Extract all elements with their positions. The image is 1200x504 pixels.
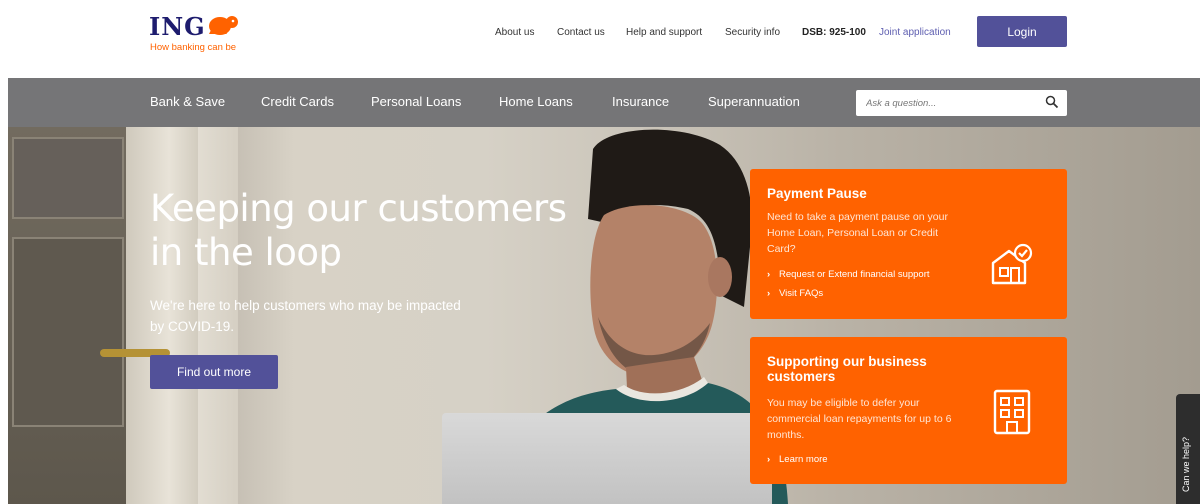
nav-bank-save[interactable]: Bank & Save [150, 94, 225, 109]
link-label: Learn more [779, 454, 828, 465]
nav-superannuation[interactable]: Superannuation [708, 94, 800, 109]
business-customers-card[interactable]: Supporting our business customers You ma… [750, 337, 1067, 484]
learn-more-link[interactable]: › Learn more [767, 454, 828, 465]
laptop-image [442, 413, 772, 504]
phone-number[interactable]: DSB: 925-100 [802, 27, 866, 38]
lion-icon [209, 16, 238, 35]
can-we-help-tab[interactable]: Can we help? [1176, 394, 1200, 504]
home-check-icon [991, 243, 1033, 285]
chevron-right-icon: › [767, 269, 771, 280]
find-out-more-button[interactable]: Find out more [150, 355, 278, 389]
chevron-right-icon: › [767, 288, 771, 299]
top-header: ING How banking can be About us Contact … [0, 0, 1200, 78]
help-and-support-link[interactable]: Help and support [626, 27, 702, 38]
card-title: Supporting our business customers [767, 354, 927, 384]
card-title: Payment Pause [767, 186, 867, 201]
link-label: Request or Extend financial support [779, 269, 930, 280]
security-info-link[interactable]: Security info [725, 27, 780, 38]
hero-banner: Keeping our customers in the loop We're … [8, 127, 1200, 504]
contact-us-link[interactable]: Contact us [557, 27, 605, 38]
door-panel [12, 237, 124, 427]
joint-application-link[interactable]: Joint application [879, 27, 951, 38]
hero-headline: Keeping our customers in the loop [150, 187, 567, 274]
help-tab-label: Can we help? [1181, 436, 1191, 492]
visit-faqs-link[interactable]: › Visit FAQs [767, 288, 823, 299]
card-body: Need to take a payment pause on your Hom… [767, 211, 948, 255]
search-input[interactable] [866, 94, 1036, 112]
door-panel [12, 137, 124, 219]
search-icon[interactable] [1045, 95, 1059, 109]
login-button[interactable]: Login [977, 16, 1067, 47]
link-label: Visit FAQs [779, 288, 824, 299]
brand-tagline: How banking can be [150, 42, 237, 53]
card-body: You may be eligible to defer your commer… [767, 397, 952, 441]
nav-credit-cards[interactable]: Credit Cards [261, 94, 334, 109]
main-nav: Bank & Save Credit Cards Personal Loans … [8, 78, 1200, 127]
about-us-link[interactable]: About us [495, 27, 534, 38]
brand-name: ING [149, 12, 206, 41]
payment-pause-card[interactable]: Payment Pause Need to take a payment pau… [750, 169, 1067, 319]
search-box [856, 90, 1067, 116]
chevron-right-icon: › [767, 454, 771, 465]
building-icon [993, 389, 1031, 435]
nav-personal-loans[interactable]: Personal Loans [371, 94, 461, 109]
nav-insurance[interactable]: Insurance [612, 94, 669, 109]
request-support-link[interactable]: › Request or Extend financial support [767, 269, 930, 280]
hero-subtext: We're here to help customers who may be … [150, 298, 461, 334]
ing-logo[interactable]: ING How banking can be [148, 12, 258, 58]
nav-home-loans[interactable]: Home Loans [499, 94, 573, 109]
